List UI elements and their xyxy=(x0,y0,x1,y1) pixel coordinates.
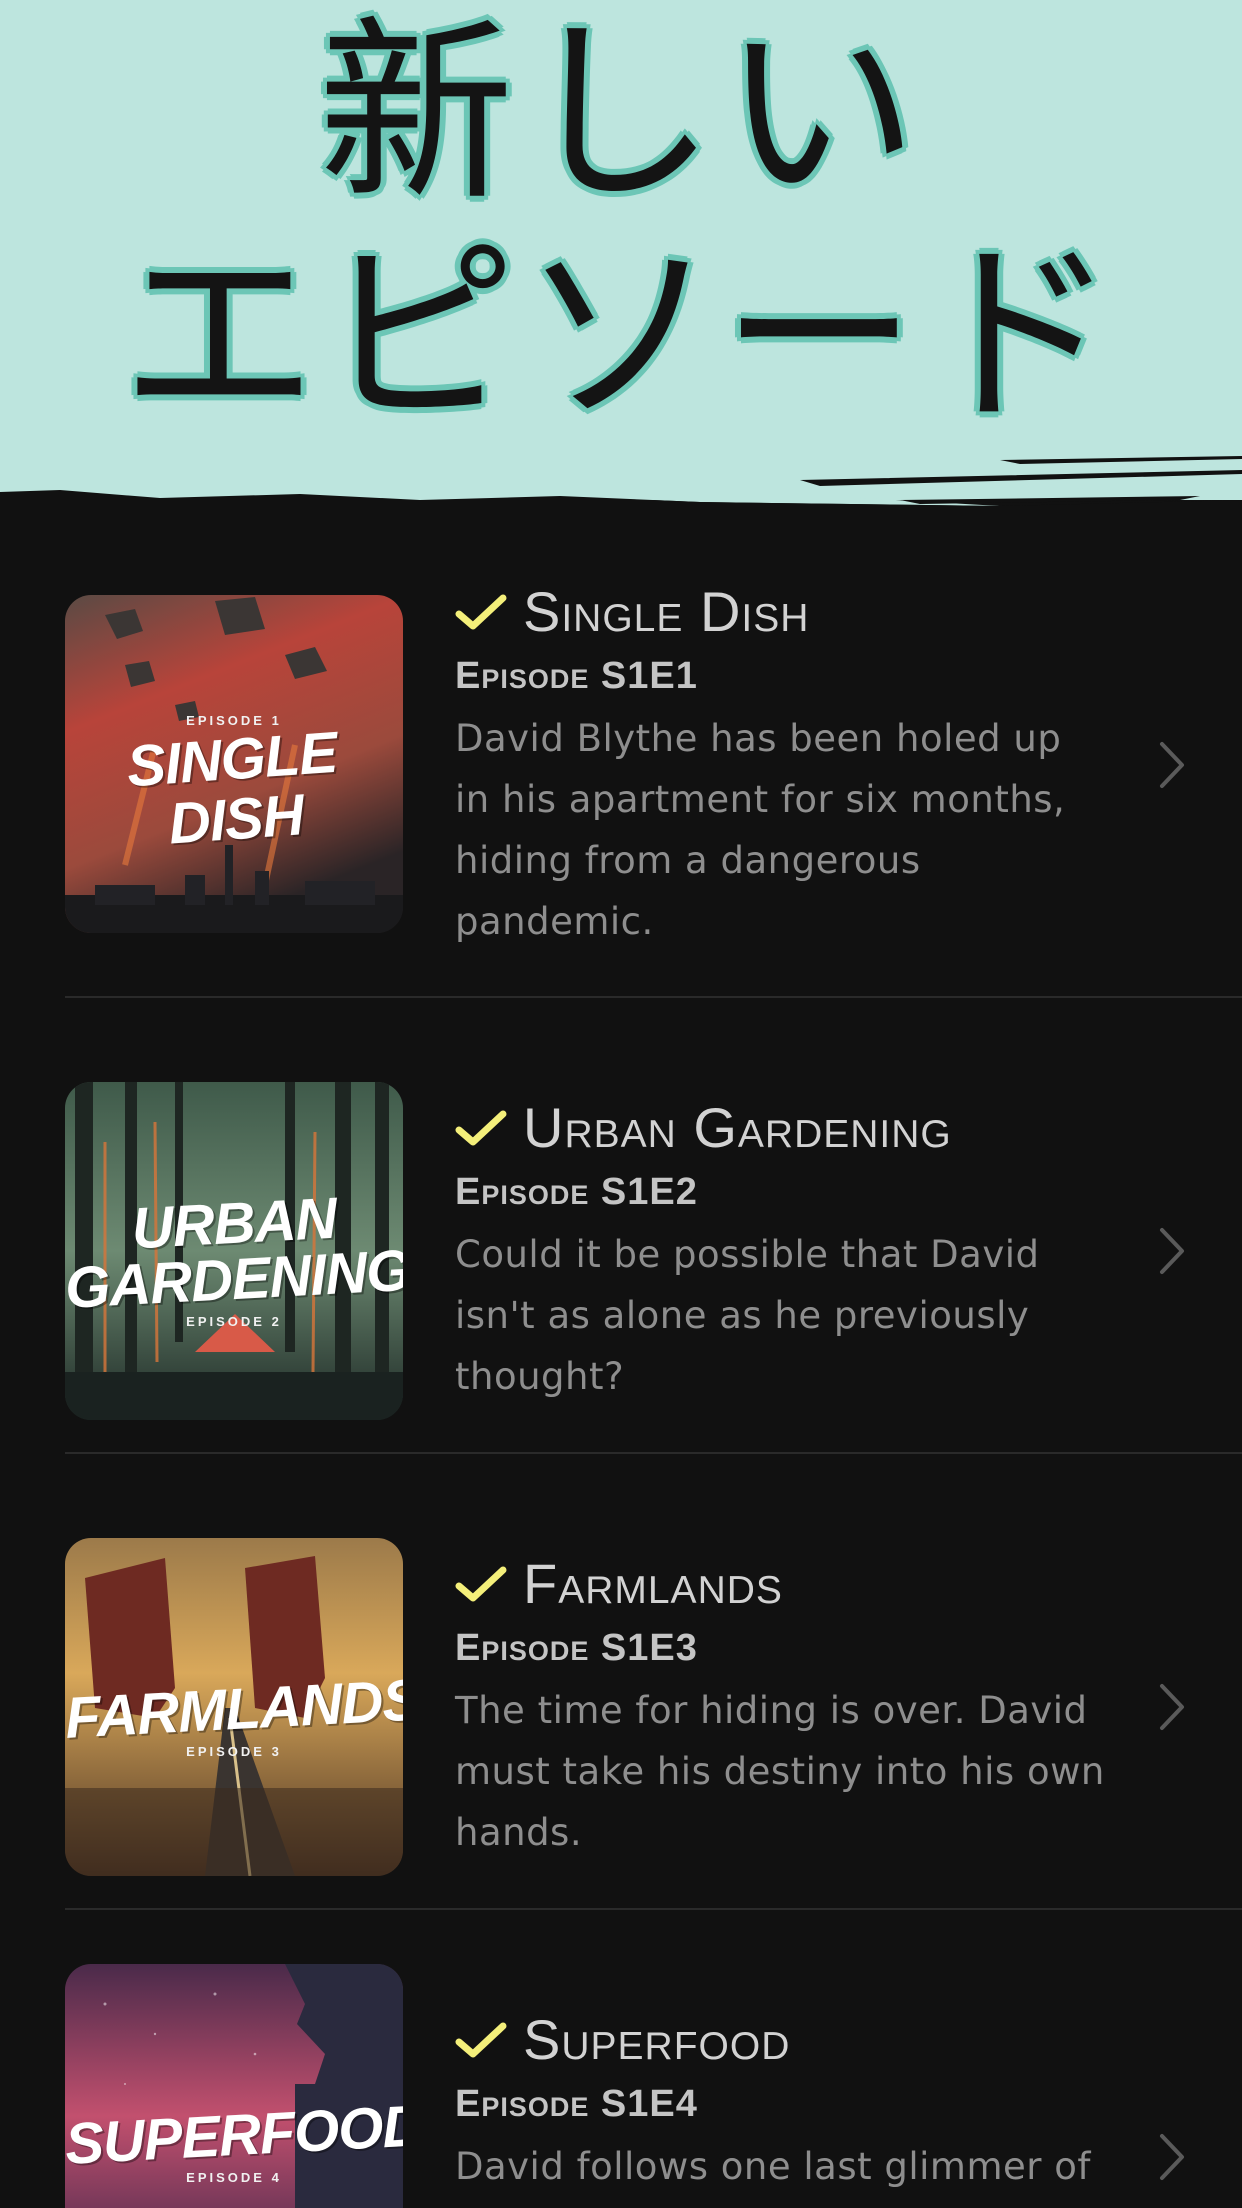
chevron-right-icon[interactable] xyxy=(1158,1682,1186,1732)
artwork-episode-label: Episode 4 xyxy=(186,2170,282,2185)
episode-artwork-s1e1: Episode 1 Single Dish xyxy=(65,595,403,933)
episode-code: Episode S1E3 xyxy=(455,1627,698,1669)
episode-title: Single Dish xyxy=(523,580,810,643)
chevron-right-icon[interactable] xyxy=(1158,1226,1186,1276)
episode-code: Episode S1E4 xyxy=(455,2083,698,2125)
episode-title: Urban Gardening xyxy=(523,1096,952,1159)
episode-row-s1e1[interactable]: Episode 1 Single Dish Single Dish Episod… xyxy=(0,520,1242,998)
episode-artwork-s1e2: Urban Gardening Episode 2 xyxy=(65,1082,403,1420)
header-title-line1: 新しい xyxy=(317,0,924,228)
check-icon xyxy=(455,2022,507,2058)
episode-row-s1e4[interactable]: Superfood Episode 4 Superfood Episode S1… xyxy=(0,1910,1242,2208)
check-icon xyxy=(455,594,507,630)
episode-row-s1e2[interactable]: Urban Gardening Episode 2 Urban Gardenin… xyxy=(0,998,1242,1454)
episodes-screen: 新しい エピソード EPISODE 1 SINGLE DISH Single D… xyxy=(0,0,1242,2208)
episode-code: Episode S1E2 xyxy=(455,1171,698,1213)
artwork-episode-label: Episode 3 xyxy=(186,1744,282,1759)
episode-code: Episode S1E1 xyxy=(455,655,698,697)
check-icon xyxy=(455,1110,507,1146)
artwork-episode-label: Episode 2 xyxy=(186,1314,282,1329)
episode-text-s1e3: Farmlands Episode S1E3 The time for hidi… xyxy=(455,1554,1105,1863)
episode-text-s1e4: Superfood Episode S1E4 David follows one… xyxy=(455,2010,1105,2197)
episode-description: Could it be possible that David isn't as… xyxy=(455,1233,1040,1398)
episode-title: Farmlands xyxy=(523,1552,783,1615)
check-icon xyxy=(455,1566,507,1602)
episode-description: David Blythe has been holed up in his ap… xyxy=(455,717,1066,943)
episode-row-s1e3[interactable]: Farmlands Episode 3 Farmlands Episode S1… xyxy=(0,1454,1242,1910)
episode-artwork-s1e3: Farmlands Episode 3 xyxy=(65,1538,403,1876)
chevron-right-icon[interactable] xyxy=(1158,2132,1186,2182)
episode-description: The time for hiding is over. David must … xyxy=(455,1689,1105,1854)
episode-title: Superfood xyxy=(523,2008,791,2071)
episode-text-s1e1: Single Dish Episode S1E1 David Blythe ha… xyxy=(455,582,1105,952)
episode-artwork-s1e4: Superfood Episode 4 xyxy=(65,1964,403,2208)
episode-text-s1e2: Urban Gardening Episode S1E2 Could it be… xyxy=(455,1098,1105,1407)
brush-stroke-edge xyxy=(0,440,1242,520)
artwork-title: Single Dish xyxy=(124,719,339,857)
episode-description: David follows one last glimmer of xyxy=(455,2145,1091,2188)
header-title-line2: エピソード xyxy=(120,222,1121,450)
chevron-right-icon[interactable] xyxy=(1158,740,1186,790)
header-banner: 新しい エピソード xyxy=(0,0,1242,500)
